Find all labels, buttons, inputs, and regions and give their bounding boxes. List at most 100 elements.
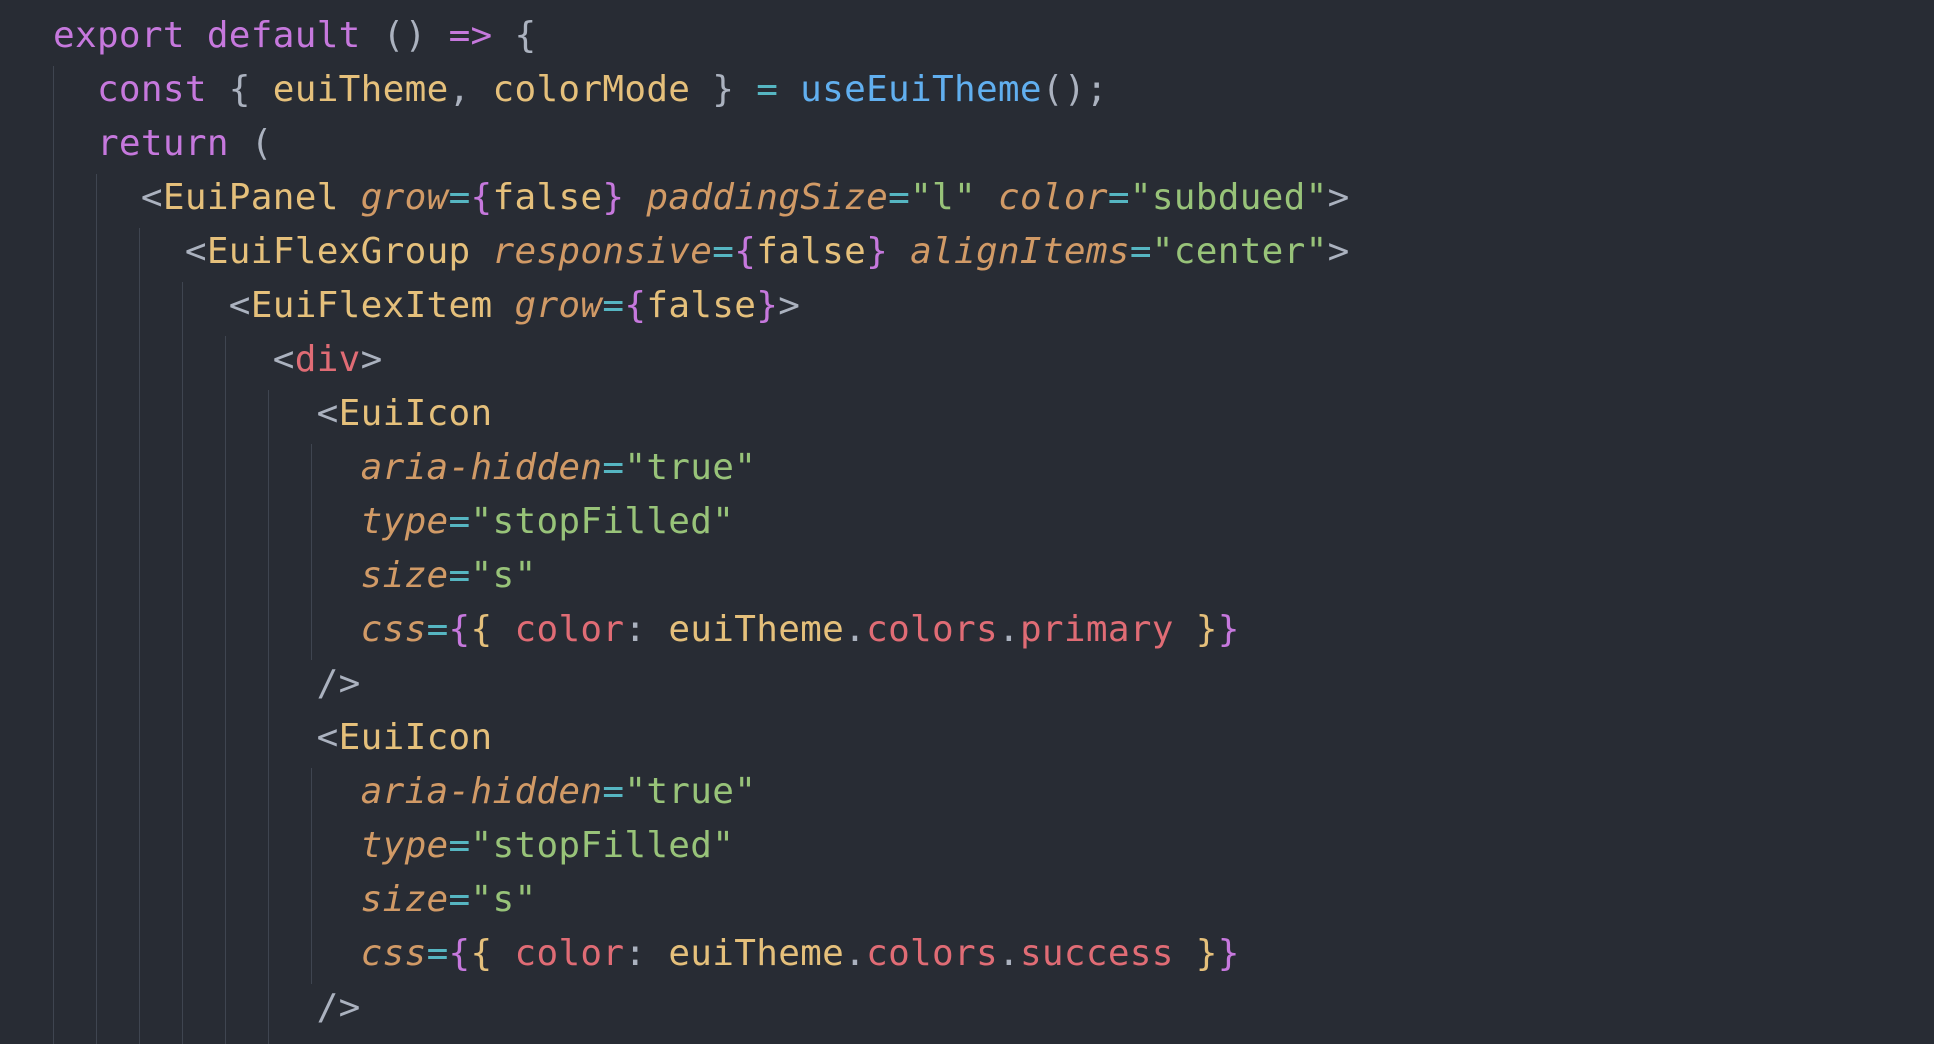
code-token-var: EuiFlexItem <box>250 285 493 326</box>
code-token-op: = <box>602 771 625 812</box>
code-token-op: = <box>1129 231 1152 272</box>
code-token-op: = <box>448 501 471 542</box>
code-token-pl: > <box>1327 177 1350 218</box>
code-token-pl: /> <box>53 663 361 704</box>
code-line[interactable]: <EuiFlexItem grow={false}> <box>53 279 800 333</box>
code-editor[interactable]: export default () => { const { euiTheme,… <box>0 0 1934 1044</box>
code-token-str: "center" <box>1151 231 1328 272</box>
code-token-attr: paddingSize <box>646 177 889 218</box>
code-line[interactable]: <EuiFlexGroup responsive={false} alignIt… <box>53 225 1350 279</box>
code-token-kw: => <box>448 15 493 56</box>
code-line[interactable]: <div> <box>53 333 383 387</box>
code-token-pl: ( <box>228 123 273 164</box>
code-token-op: = <box>448 879 471 920</box>
code-token-op: = <box>602 447 625 488</box>
code-line[interactable]: size="s" <box>53 873 537 927</box>
code-token-pl: (); <box>1041 69 1108 110</box>
code-line[interactable]: type="stopFilled" <box>53 819 734 873</box>
code-token-attr: size <box>360 879 449 920</box>
code-token-br1: } <box>1217 933 1240 974</box>
code-line[interactable]: return ( <box>53 117 273 171</box>
code-token-br1: } <box>756 285 779 326</box>
code-token-pl: < <box>53 339 295 380</box>
code-token-op: = <box>602 285 625 326</box>
code-token-attr: css <box>360 933 427 974</box>
code-token-fn: useEuiTheme <box>800 69 1042 110</box>
code-token-op: = <box>756 69 779 110</box>
code-token-var: false <box>646 285 757 326</box>
code-token-str: "true" <box>624 771 757 812</box>
code-token-attr: css <box>360 609 427 650</box>
code-token-str: "true" <box>624 447 757 488</box>
code-token-str: "stopFilled" <box>470 825 735 866</box>
code-line[interactable]: <EuiIcon <box>53 711 493 765</box>
code-token-op: = <box>888 177 911 218</box>
code-token-pl: : <box>624 933 669 974</box>
code-token-attr: grow <box>360 177 449 218</box>
code-token-prop: success <box>1019 933 1174 974</box>
code-token-prop: colors <box>866 933 998 974</box>
code-token-br1: } <box>866 231 889 272</box>
code-token-attr: size <box>360 555 449 596</box>
code-line[interactable]: /> <box>53 981 361 1035</box>
code-token-pl: . <box>844 609 867 650</box>
code-line[interactable]: export default () => { <box>53 9 536 63</box>
code-line[interactable]: const { euiTheme, colorMode } = useEuiTh… <box>53 63 1108 117</box>
code-line[interactable]: <EuiPanel grow={false} paddingSize="l" c… <box>53 171 1350 225</box>
code-token-attr: grow <box>514 285 603 326</box>
code-token-prop: primary <box>1019 609 1174 650</box>
code-line[interactable]: css={{ color: euiTheme.colors.success }} <box>53 927 1240 981</box>
code-token-str: "s" <box>470 555 537 596</box>
code-line[interactable]: type="stopFilled" <box>53 495 734 549</box>
code-token-pl: < <box>53 177 163 218</box>
code-token-prop: color <box>514 933 625 974</box>
code-token-pl: { <box>492 15 537 56</box>
code-token-var: EuiPanel <box>162 177 339 218</box>
code-token-br1: { <box>448 609 471 650</box>
code-token-str: "subdued" <box>1129 177 1328 218</box>
code-token-pl: < <box>53 285 251 326</box>
code-token-pl: > <box>778 285 801 326</box>
code-token-kw: const <box>96 69 207 110</box>
code-token-br1: } <box>1217 609 1240 650</box>
code-token-pl: < <box>53 231 207 272</box>
code-token-attr: aria-hidden <box>360 771 603 812</box>
code-token-kw: return <box>96 123 229 164</box>
code-token-prop: colors <box>866 609 998 650</box>
code-token-var: euiTheme <box>272 69 449 110</box>
code-line[interactable]: <EuiIcon <box>53 387 493 441</box>
code-line[interactable]: /> <box>53 657 361 711</box>
code-token-br2: } <box>1195 933 1218 974</box>
code-line[interactable]: css={{ color: euiTheme.colors.primary }} <box>53 603 1240 657</box>
code-token-op: = <box>448 555 471 596</box>
code-token-pl: /> <box>53 987 361 1028</box>
code-token-prop: color <box>514 609 625 650</box>
code-token-br1: } <box>602 177 625 218</box>
code-line[interactable]: size="s" <box>53 549 537 603</box>
code-token-var: false <box>492 177 603 218</box>
code-token-br2: } <box>1195 609 1218 650</box>
code-token-attr: aria-hidden <box>360 447 603 488</box>
code-token-br1: { <box>448 933 471 974</box>
code-token-pl: , <box>448 69 493 110</box>
code-line[interactable]: aria-hidden="true" <box>53 441 756 495</box>
code-token-op: = <box>448 825 471 866</box>
code-token-var: euiTheme <box>668 933 845 974</box>
code-line[interactable]: aria-hidden="true" <box>53 765 756 819</box>
